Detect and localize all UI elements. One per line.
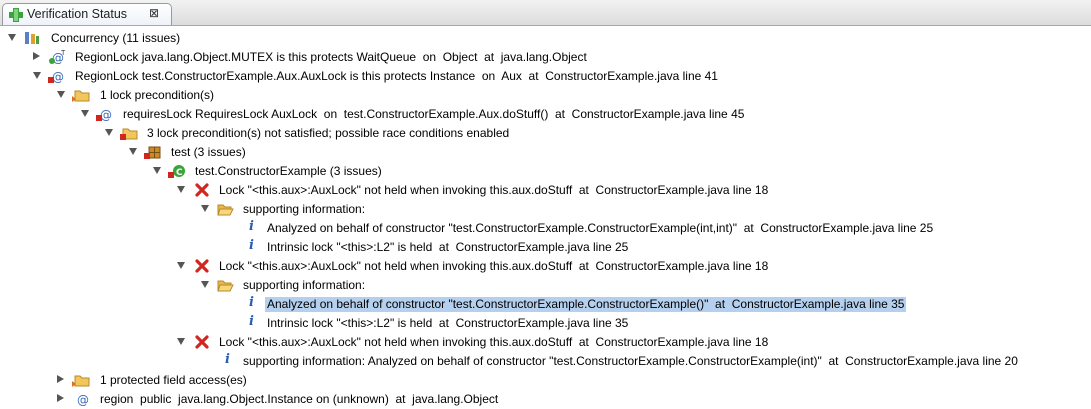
tree-row-info[interactable]: i Analyzed on behalf of constructor "tes… bbox=[0, 219, 1091, 238]
tree-row-label: Concurrency (11 issues) bbox=[51, 31, 181, 45]
expanded-twisty-icon[interactable] bbox=[177, 338, 185, 345]
tree-row-concurrency[interactable]: Concurrency (11 issues) bbox=[0, 29, 1091, 48]
verification-status-icon bbox=[9, 8, 23, 22]
tree-row-class[interactable]: C test.ConstructorExample (3 issues) bbox=[0, 162, 1091, 181]
class-icon: C bbox=[168, 165, 185, 178]
tree-row-info[interactable]: i Intrinsic lock "<this>:L2" is held at … bbox=[0, 314, 1091, 333]
tree-row-supporting-information[interactable]: supporting information: bbox=[0, 200, 1091, 219]
folder-open-icon bbox=[217, 280, 234, 292]
expanded-twisty-icon[interactable] bbox=[8, 34, 16, 41]
tree-row-label: supporting information: bbox=[243, 202, 366, 216]
concurrency-icon bbox=[25, 32, 39, 44]
tree-row-lock-not-held[interactable]: Lock "<this.aux>:AuxLock" not held when … bbox=[0, 333, 1091, 352]
error-icon bbox=[195, 335, 209, 349]
tree-row-label: Analyzed on behalf of constructor "test.… bbox=[265, 297, 907, 312]
tree-row-label: test (3 issues) bbox=[171, 145, 246, 159]
tree-row-label: 1 lock precondition(s) bbox=[100, 88, 215, 102]
requires-lock-failed-icon: @ bbox=[96, 108, 112, 122]
tree-row-supporting-information[interactable]: supporting information: bbox=[0, 276, 1091, 295]
close-icon[interactable]: ⊠ bbox=[149, 6, 159, 20]
tree-row-info[interactable]: i supporting information: Analyzed on be… bbox=[0, 352, 1091, 371]
tree-row-label: Analyzed on behalf of constructor "test.… bbox=[267, 221, 934, 235]
tree-row-label: 3 lock precondition(s) not satisfied; po… bbox=[147, 126, 510, 140]
tree-row-info[interactable]: i Intrinsic lock "<this>:L2" is held at … bbox=[0, 238, 1091, 257]
collapsed-twisty-icon[interactable] bbox=[57, 375, 64, 383]
region-icon: @ bbox=[77, 393, 89, 407]
collapsed-twisty-icon[interactable] bbox=[33, 52, 40, 60]
tab-title: Verification Status bbox=[27, 7, 128, 21]
tree-row-lock-not-held[interactable]: Lock "<this.aux>:AuxLock" not held when … bbox=[0, 257, 1091, 276]
expanded-twisty-icon[interactable] bbox=[33, 72, 41, 79]
info-icon: i bbox=[249, 238, 254, 253]
tree-row-label: region public java.lang.Object.Instance … bbox=[100, 392, 499, 406]
info-icon: i bbox=[225, 352, 230, 367]
expanded-twisty-icon[interactable] bbox=[177, 186, 185, 193]
tree-row-info-selected[interactable]: i Analyzed on behalf of constructor "tes… bbox=[0, 295, 1091, 314]
package-icon bbox=[144, 146, 161, 159]
expanded-twisty-icon[interactable] bbox=[201, 205, 209, 212]
tree-row-label: Lock "<this.aux>:AuxLock" not held when … bbox=[219, 183, 769, 197]
expanded-twisty-icon[interactable] bbox=[57, 91, 65, 98]
info-icon: i bbox=[249, 314, 254, 329]
tree-row-label: requiresLock RequiresLock AuxLock on tes… bbox=[123, 107, 745, 121]
expanded-twisty-icon[interactable] bbox=[153, 167, 161, 174]
folder-precondition-icon bbox=[72, 90, 90, 102]
tree-row-region[interactable]: @ region public java.lang.Object.Instanc… bbox=[0, 390, 1091, 409]
expanded-twisty-icon[interactable] bbox=[105, 129, 113, 136]
svg-text:C: C bbox=[176, 168, 183, 178]
expanded-twisty-icon[interactable] bbox=[177, 262, 185, 269]
tree-row-package-test[interactable]: test (3 issues) bbox=[0, 143, 1091, 162]
tree-row-requires-lock[interactable]: @ requiresLock RequiresLock AuxLock on t… bbox=[0, 105, 1091, 124]
folder-precondition-failed-icon bbox=[120, 128, 138, 140]
tree-row-label: supporting information: bbox=[243, 278, 366, 292]
tree-row-protected-field-access[interactable]: 1 protected field access(es) bbox=[0, 371, 1091, 390]
expanded-twisty-icon[interactable] bbox=[129, 148, 137, 155]
info-icon: i bbox=[249, 295, 254, 310]
error-icon bbox=[195, 259, 209, 273]
tree-row-label: Lock "<this.aux>:AuxLock" not held when … bbox=[219, 335, 769, 349]
tree-row-label: supporting information: Analyzed on beha… bbox=[243, 354, 1018, 368]
tree-row-region-lock-mutex[interactable]: @ T RegionLock java.lang.Object.MUTEX is… bbox=[0, 48, 1091, 67]
tab-verification-status[interactable]: Verification Status ⊠ bbox=[2, 3, 172, 25]
region-lock-failed-icon: @ bbox=[48, 70, 64, 84]
folder-field-access-icon bbox=[72, 375, 90, 387]
tree-row-label: test.ConstructorExample (3 issues) bbox=[195, 164, 382, 178]
svg-text:@: @ bbox=[77, 393, 89, 407]
svg-text:T: T bbox=[61, 50, 66, 57]
info-icon: i bbox=[249, 219, 254, 234]
tree-row-lock-preconditions[interactable]: 1 lock precondition(s) bbox=[0, 86, 1091, 105]
expanded-twisty-icon[interactable] bbox=[201, 281, 209, 288]
error-icon bbox=[195, 183, 209, 197]
tree-row-region-lock-auxlock[interactable]: @ RegionLock test.ConstructorExample.Aux… bbox=[0, 67, 1091, 86]
tree-row-label: 1 protected field access(es) bbox=[100, 373, 247, 387]
expanded-twisty-icon[interactable] bbox=[81, 110, 89, 117]
folder-open-icon bbox=[217, 204, 234, 216]
tree-row-label: RegionLock java.lang.Object.MUTEX is thi… bbox=[75, 50, 587, 64]
tree-row-label: RegionLock test.ConstructorExample.Aux.A… bbox=[75, 69, 718, 83]
tree-row-label: Intrinsic lock "<this>:L2" is held at Co… bbox=[267, 240, 629, 254]
tree-row-precondition-not-satisfied[interactable]: 3 lock precondition(s) not satisfied; po… bbox=[0, 124, 1091, 143]
tree-row-label: Lock "<this.aux>:AuxLock" not held when … bbox=[219, 259, 769, 273]
verification-tree[interactable]: Concurrency (11 issues) @ T RegionLock j… bbox=[0, 26, 1091, 408]
tree-row-lock-not-held[interactable]: Lock "<this.aux>:AuxLock" not held when … bbox=[0, 181, 1091, 200]
collapsed-twisty-icon[interactable] bbox=[57, 394, 64, 402]
tree-row-label: Intrinsic lock "<this>:L2" is held at Co… bbox=[267, 316, 629, 330]
view-tab-bar: Verification Status ⊠ bbox=[0, 0, 1091, 26]
region-lock-annotation-icon: @ T bbox=[49, 50, 66, 65]
